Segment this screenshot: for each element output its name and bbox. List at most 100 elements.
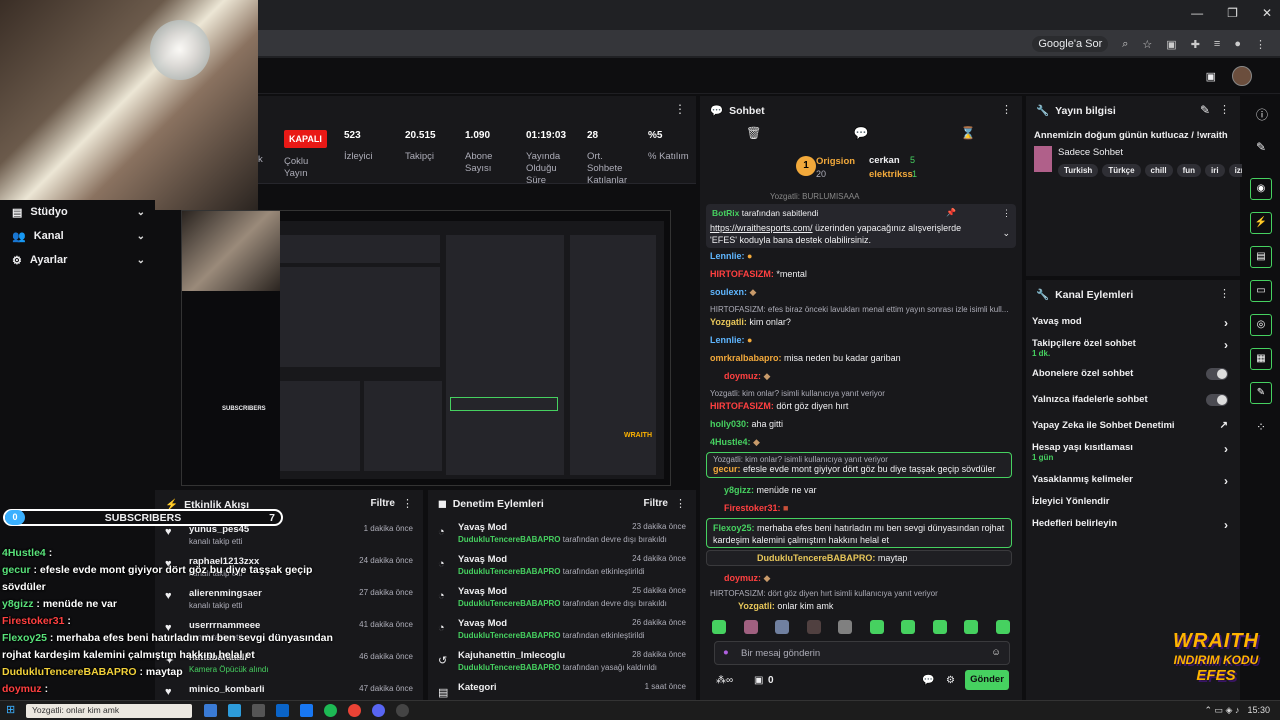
chevron-down-icon[interactable]: ⌄ bbox=[1002, 228, 1010, 239]
rail-wrench-button[interactable]: ✎ bbox=[1250, 382, 1272, 404]
action-banned-words[interactable]: Yasaklanmış kelimeler › bbox=[1032, 474, 1228, 488]
rail-broadcast-button[interactable]: ◎ bbox=[1250, 314, 1272, 336]
app-icon[interactable] bbox=[300, 704, 313, 717]
google-ask-chip[interactable]: Google'a Sor bbox=[1032, 36, 1109, 52]
browser-menu-icon[interactable]: ⋮ bbox=[1255, 38, 1266, 51]
chat-user[interactable]: Yozgatli: bbox=[710, 317, 747, 327]
app-icon[interactable] bbox=[252, 704, 265, 717]
tag[interactable]: Turkish bbox=[1058, 164, 1099, 177]
emote-icon[interactable] bbox=[743, 620, 758, 634]
stats-menu-icon[interactable]: ⋮ bbox=[674, 102, 686, 116]
puzzle-icon[interactable]: ✚ bbox=[1191, 38, 1200, 51]
rail-bolt-button[interactable]: ⚡ bbox=[1250, 212, 1272, 234]
chat-menu-icon[interactable]: ⋮ bbox=[1001, 103, 1012, 116]
chat-user[interactable]: soulexn: bbox=[710, 287, 747, 297]
spotify-icon[interactable] bbox=[324, 704, 337, 717]
chat-user[interactable]: doymuz: bbox=[724, 371, 761, 381]
discord-icon[interactable] bbox=[372, 704, 385, 717]
mic-icon[interactable]: ● bbox=[723, 647, 729, 658]
moderation-filter-button[interactable]: Filtre bbox=[644, 498, 668, 509]
chat-user[interactable]: Lennlie: bbox=[710, 335, 745, 345]
info-icon[interactable]: ⓘ bbox=[1256, 106, 1268, 123]
emote-icon[interactable] bbox=[838, 620, 853, 634]
rail-note-button[interactable]: ▤ bbox=[1250, 246, 1272, 268]
app-icon[interactable] bbox=[276, 704, 289, 717]
pencil-icon[interactable]: ✎ bbox=[1256, 140, 1266, 154]
speech-icon[interactable]: 💬 bbox=[854, 126, 869, 142]
emote-icon[interactable] bbox=[806, 620, 821, 634]
kick-icon[interactable]: ▣ bbox=[1206, 70, 1216, 83]
stream-preview[interactable]: WRAITH SUBSCRIBERS bbox=[181, 210, 671, 486]
chat-user[interactable]: doymuz: bbox=[724, 573, 761, 583]
emote-only-toggle[interactable] bbox=[1206, 394, 1228, 406]
tray-icons[interactable]: ⌃ ▭ ◈ ♪ bbox=[1205, 705, 1240, 716]
rail-shield-button[interactable]: ▦ bbox=[1250, 348, 1272, 370]
chat-user[interactable]: Flexoy25: bbox=[713, 523, 755, 533]
emote-icon[interactable] bbox=[995, 620, 1010, 634]
tag[interactable]: chill bbox=[1144, 164, 1173, 177]
pinned-link[interactable]: https://wraithesports.com/ bbox=[710, 223, 813, 233]
chat-user[interactable]: Lennlie: bbox=[710, 251, 745, 261]
clock[interactable]: 15:30 bbox=[1247, 705, 1270, 716]
chat-user[interactable]: DudukluTencereBABAPRO: bbox=[713, 553, 875, 563]
chat-input[interactable]: ● Bir mesaj gönderin ☺ bbox=[714, 641, 1010, 665]
emote-icon[interactable] bbox=[932, 620, 947, 634]
nav-item-channel[interactable]: 👥 Kanal ⌄ bbox=[0, 224, 155, 248]
chat-user[interactable]: HIRTOFASIZM: bbox=[710, 269, 774, 279]
nav-item-settings[interactable]: ⚙ Ayarlar ⌄ bbox=[0, 248, 155, 272]
subs-only-toggle[interactable] bbox=[1206, 368, 1228, 380]
send-button[interactable]: Gönder bbox=[965, 670, 1009, 690]
close-icon[interactable]: ✕ bbox=[1262, 6, 1272, 20]
tag[interactable]: fun bbox=[1176, 164, 1201, 177]
hourglass-icon[interactable]: ⌛ bbox=[961, 126, 976, 142]
gear-icon[interactable]: ⚙ bbox=[946, 675, 955, 686]
action-raid[interactable]: İzleyici Yönlendir bbox=[1032, 496, 1228, 507]
action-goals[interactable]: Hedefleri belirleyin › bbox=[1032, 518, 1228, 532]
action-account-age[interactable]: Hesap yaşı kısıtlaması 1 gün › bbox=[1032, 442, 1228, 462]
star-icon[interactable]: ☆ bbox=[1142, 38, 1152, 51]
emote-icon[interactable] bbox=[869, 620, 884, 634]
chat-user[interactable]: Firestoker31: bbox=[724, 503, 781, 513]
minimize-icon[interactable]: — bbox=[1191, 6, 1203, 20]
app-icon[interactable] bbox=[204, 704, 217, 717]
trash-icon[interactable]: 🗑 bbox=[746, 126, 761, 142]
gift-icon[interactable]: ▣ bbox=[754, 675, 763, 686]
tag[interactable]: iri bbox=[1205, 164, 1225, 177]
rail-camera-button[interactable]: ◉ bbox=[1250, 178, 1272, 200]
app-icon[interactable] bbox=[228, 704, 241, 717]
emoji-icon[interactable]: ☺ bbox=[991, 647, 1001, 658]
apps-icon[interactable]: ⁘ bbox=[1256, 420, 1266, 434]
emote-icon[interactable] bbox=[712, 620, 726, 634]
profile-icon[interactable]: ● bbox=[1234, 38, 1241, 50]
pinned-message[interactable]: BotRix tarafından sabitlendi 📌 ⋮ https:/… bbox=[706, 204, 1016, 248]
chat-user[interactable]: 4Hustle4: bbox=[710, 437, 751, 447]
edit-icon[interactable]: ✎ bbox=[1200, 103, 1210, 117]
emote-icon[interactable] bbox=[901, 620, 916, 634]
chat-user[interactable]: holly030: bbox=[710, 419, 749, 429]
emote-icon[interactable] bbox=[964, 620, 979, 634]
chat-user[interactable]: y8gizz: bbox=[724, 485, 754, 495]
rail-chat-button[interactable]: ▭ bbox=[1250, 280, 1272, 302]
info-menu-icon[interactable]: ⋮ bbox=[1219, 103, 1230, 116]
chat-bubble-icon[interactable]: 💬 bbox=[922, 675, 934, 686]
chrome-icon[interactable] bbox=[348, 704, 361, 717]
chat-user[interactable]: gecur: bbox=[713, 464, 741, 474]
zoom-icon[interactable]: ⌕ bbox=[1122, 38, 1128, 51]
pinned-menu-icon[interactable]: ⋮ bbox=[1002, 208, 1011, 219]
chat-user[interactable]: Yozgatli: bbox=[710, 601, 775, 611]
channel-actions-menu-icon[interactable]: ⋮ bbox=[1219, 287, 1230, 300]
windows-start-icon[interactable]: ⊞ bbox=[6, 703, 15, 716]
moderation-menu-icon[interactable]: ⋮ bbox=[675, 497, 686, 510]
extension-icon[interactable]: ▣ bbox=[1166, 38, 1176, 51]
tag[interactable]: Türkçe bbox=[1102, 164, 1141, 177]
infinity-icon[interactable]: ⁂∞ bbox=[716, 675, 733, 686]
action-followers-only[interactable]: Takipçilere özel sohbet 1 dk. › bbox=[1032, 338, 1228, 358]
chat-user[interactable]: omrkralbabapro: bbox=[710, 353, 782, 363]
action-ai-moderation[interactable]: Yapay Zeka ile Sohbet Denetimi ↗ bbox=[1032, 420, 1228, 431]
avatar[interactable] bbox=[1232, 66, 1252, 86]
obs-icon[interactable] bbox=[396, 704, 409, 717]
pin-icon[interactable]: 📌 bbox=[946, 208, 956, 217]
emote-icon[interactable] bbox=[775, 620, 790, 634]
stream-category[interactable]: Sadece Sohbet bbox=[1058, 147, 1123, 158]
taskbar-search[interactable]: Yozgatli: onlar kim amk bbox=[26, 704, 192, 718]
